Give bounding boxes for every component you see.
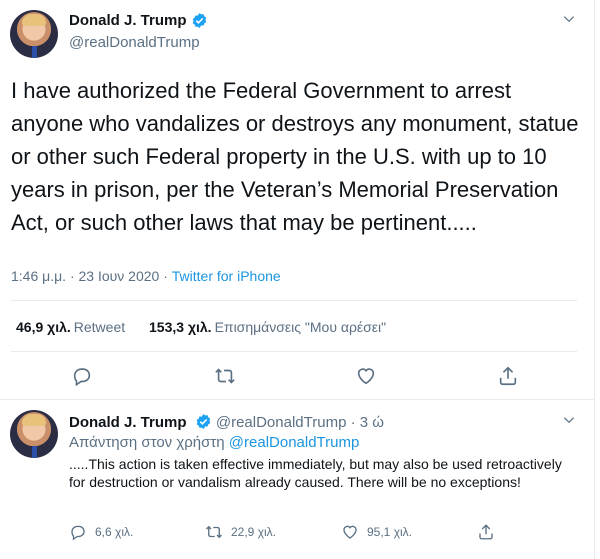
retweet-button[interactable] [214,365,238,389]
tweet-actions [0,365,594,389]
replying-to: Απάντηση στον χρήστη @realDonaldTrump [69,434,359,451]
author-block: Donald J. Trump @realDonaldTrump [69,12,208,51]
share-icon [479,524,493,540]
likes-stat[interactable]: 153,3 χιλ. Επισημάνσεις "Μου αρέσει" [149,319,386,335]
reply-header: Donald J. Trump @realDonaldTrump · 3 ώ [69,413,384,431]
tweet-text: I have authorized the Federal Government… [11,78,579,235]
reply-share-button[interactable] [477,523,503,541]
reply-author-handle[interactable]: @realDonaldTrump [216,414,347,431]
retweet-icon [215,368,235,384]
reply-reply-button[interactable]: 6,6 χιλ. [69,523,133,541]
reply-button[interactable] [71,365,95,389]
divider [0,399,594,400]
chevron-down-icon[interactable] [562,12,576,26]
tweet-meta: 1:46 μ.μ. · 23 Ιουν 2020 · Twitter for i… [11,268,281,284]
avatar[interactable] [10,10,58,58]
replying-to-handle[interactable]: @realDonaldTrump [229,434,360,451]
reply-icon [73,368,91,387]
retweet-count: 22,9 χιλ. [231,525,276,539]
like-button[interactable] [355,365,379,389]
share-button[interactable] [497,365,521,389]
author-name-text[interactable]: Donald J. Trump [69,12,187,29]
tweet-source[interactable]: Twitter for iPhone [172,268,281,284]
reply-icon [71,525,85,541]
share-icon [499,366,517,386]
tweet-detail-panel: Donald J. Trump @realDonaldTrump I have … [0,0,595,559]
reply-count: 6,6 χιλ. [95,525,134,539]
retweets-count: 46,9 χιλ. [16,319,71,335]
like-count: 95,1 χιλ. [367,525,412,539]
retweets-stat[interactable]: 46,9 χιλ. Retweet [16,319,125,335]
reply-actions: 6,6 χιλ. 22,9 χιλ. 95,1 χιλ. [69,523,594,543]
reply-avatar[interactable] [10,410,58,458]
replying-to-label: Απάντηση στον χρήστη [69,434,229,451]
likes-count: 153,3 χιλ. [149,319,212,335]
divider [11,300,577,301]
like-icon [343,525,357,539]
reply-retweet-button[interactable]: 22,9 χιλ. [205,523,276,541]
retweet-icon [206,525,222,539]
divider [11,351,577,352]
author-handle[interactable]: @realDonaldTrump [69,34,208,51]
tweet-stats: 46,9 χιλ. Retweet 153,3 χιλ. Επισημάνσεις … [16,319,406,335]
verified-icon [196,414,210,429]
reply-author-name[interactable]: Donald J. Trump [69,414,187,431]
verified-icon [192,13,206,28]
reply-like-button[interactable]: 95,1 χιλ. [341,523,412,541]
tweet-timestamp[interactable]: 1:46 μ.μ. · 23 Ιουν 2020 · [11,268,172,284]
chevron-down-icon[interactable] [562,413,576,427]
reply-time[interactable]: · 3 ώ [351,414,384,431]
author-name[interactable]: Donald J. Trump [69,12,208,29]
reply-text: .....This action is taken effective imme… [69,456,562,490]
likes-label: Επισημάνσεις "Μου αρέσει" [214,319,387,335]
like-icon [357,368,375,385]
retweets-label: Retweet [73,319,126,335]
